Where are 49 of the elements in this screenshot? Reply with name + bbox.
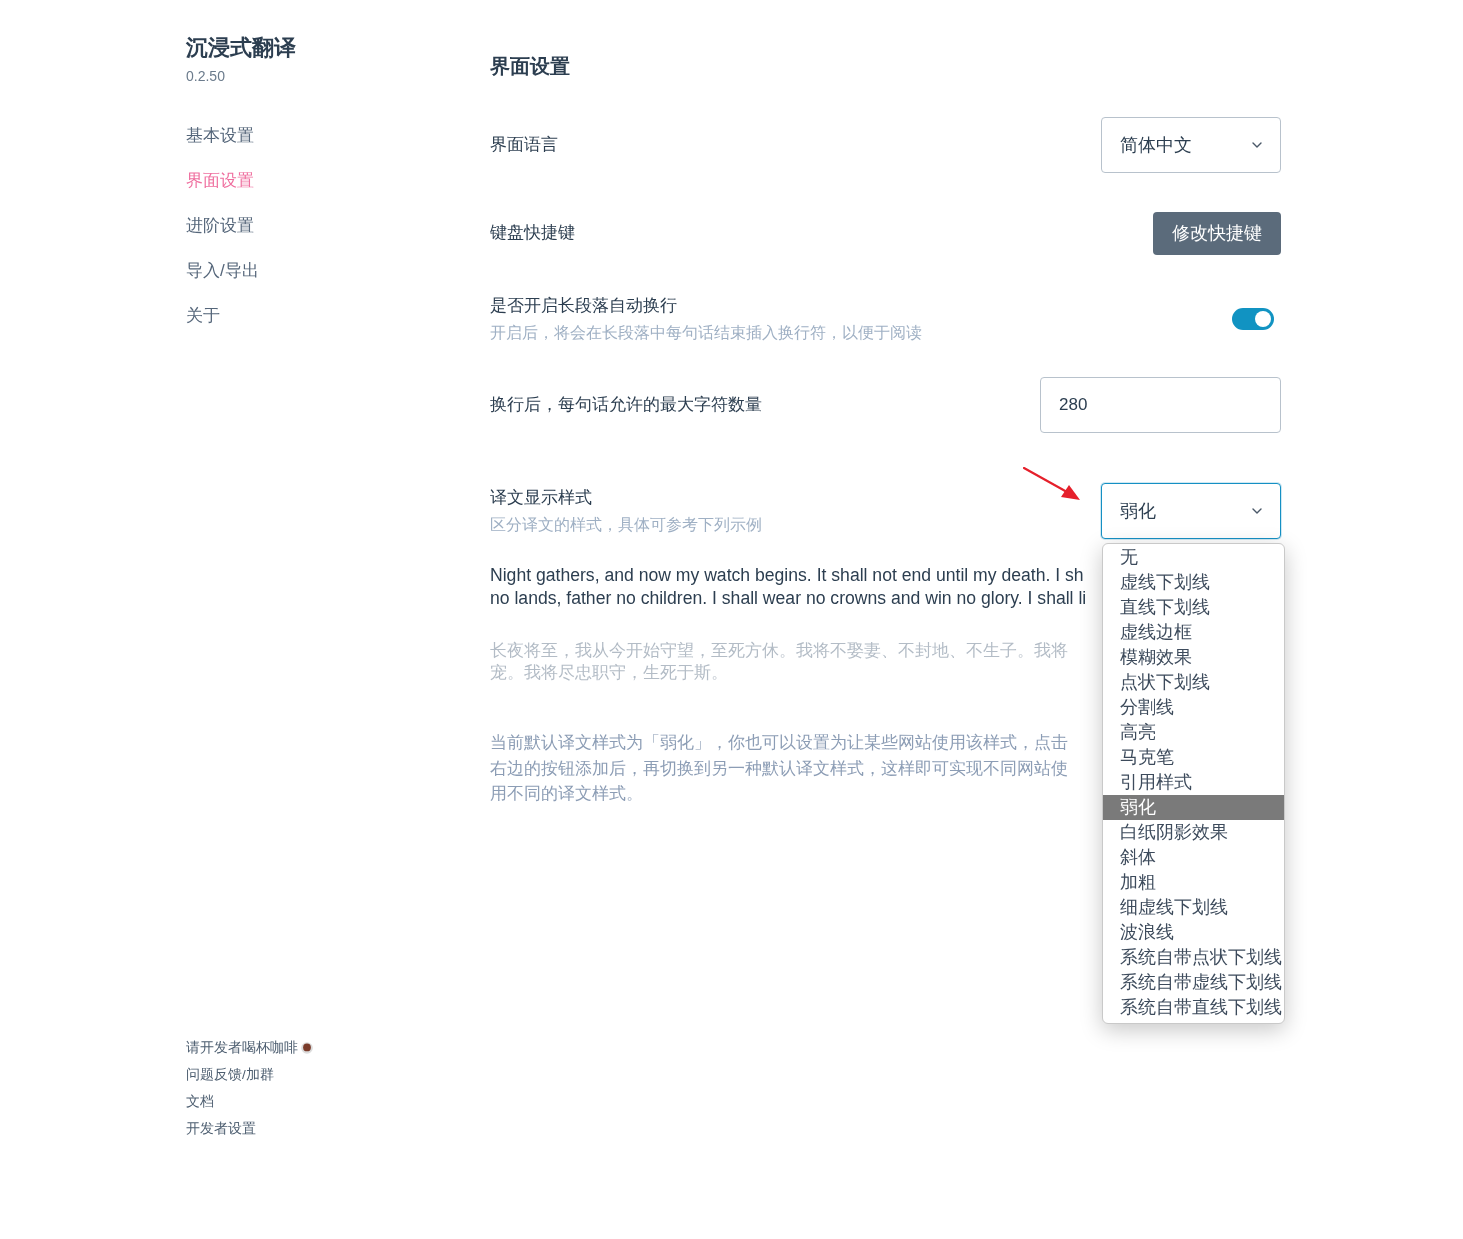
select-field[interactable]: 简体中文	[1101, 117, 1281, 173]
footer-link[interactable]: 开发者设置	[186, 1119, 256, 1138]
footer-link[interactable]: 文档	[186, 1092, 214, 1111]
dropdown-option[interactable]: 弱化	[1103, 795, 1284, 820]
dropdown-option[interactable]: 虚线下划线	[1103, 570, 1284, 595]
dropdown-option[interactable]: 引用样式	[1103, 770, 1284, 795]
footer-link[interactable]: 问题反馈/加群	[186, 1065, 274, 1084]
change-shortcut-button[interactable]: 修改快捷键	[1153, 211, 1281, 255]
dropdown-option[interactable]: 马克笔	[1103, 745, 1284, 770]
setting-label: 是否开启长段落自动换行	[490, 295, 677, 317]
chevron-down-icon	[1252, 508, 1262, 514]
nav-item[interactable]: 关于	[186, 293, 220, 338]
setting-label: 键盘快捷键	[490, 222, 575, 244]
select-field[interactable]: 弱化	[1101, 483, 1281, 539]
app-title: 沉浸式翻译	[186, 34, 296, 62]
dropdown-option[interactable]: 高亮	[1103, 720, 1284, 745]
dropdown-option[interactable]: 系统自带直线下划线	[1103, 995, 1284, 1020]
nav-item[interactable]: 进阶设置	[186, 203, 254, 248]
version-label: 0.2.50	[186, 67, 225, 86]
toggle-switch[interactable]	[1232, 308, 1274, 330]
dropdown-option[interactable]: 细虚线下划线	[1103, 895, 1284, 920]
input-field[interactable]: 280	[1040, 377, 1281, 433]
dropdown-option[interactable]: 波浪线	[1103, 920, 1284, 945]
dropdown-option[interactable]: 点状下划线	[1103, 670, 1284, 695]
sample-translation-text: 长夜将至，我从今开始守望，至死方休。我将不娶妻、不封地、不生子。我将 宠。我将尽忠职守，生死于斯。	[490, 640, 1068, 684]
footer-link[interactable]: 请开发者喝杯咖啡	[186, 1038, 298, 1057]
dropdown-option[interactable]: 虚线边框	[1103, 620, 1284, 645]
pointer-arrow	[1023, 467, 1081, 501]
setting-label: 换行后，每句话允许的最大字符数量	[490, 394, 762, 416]
setting-description: 区分译文的样式，具体可参考下列示例	[490, 515, 762, 535]
coffee-cup-icon	[301, 1041, 313, 1054]
dropdown-option[interactable]: 系统自带点状下划线	[1103, 945, 1284, 970]
dropdown-option[interactable]: 直线下划线	[1103, 595, 1284, 620]
style-note-text: 当前默认译文样式为「弱化」，你也可以设置为让某些网站使用该样式，点击右边的按钮添加后，再切换到另一种默认译文样式，这样即可实现不同网站使用不同的译文样式。	[490, 732, 1069, 805]
sample-original-text: Night gathers, and now my watch begins. It shall not end until my death. I sh no lands, father no children. I shall wear no crowns and win no glory. I shall li	[490, 564, 1087, 610]
dropdown-option[interactable]: 分割线	[1103, 695, 1284, 720]
chevron-down-icon	[1252, 142, 1262, 148]
dropdown-option[interactable]: 白纸阴影效果	[1103, 820, 1284, 845]
dropdown-option[interactable]: 系统自带虚线下划线	[1103, 970, 1284, 995]
setting-description: 开启后，将会在长段落中每句话结束插入换行符，以便于阅读	[490, 323, 922, 343]
dropdown-option[interactable]: 无	[1103, 545, 1284, 570]
nav-item[interactable]: 基本设置	[186, 113, 254, 158]
dropdown-option[interactable]: 模糊效果	[1103, 645, 1284, 670]
setting-label: 译文显示样式	[490, 487, 592, 509]
dropdown-option[interactable]: 加粗	[1103, 870, 1284, 895]
dropdown-option[interactable]: 斜体	[1103, 845, 1284, 870]
setting-label: 界面语言	[490, 134, 558, 156]
page-heading: 界面设置	[490, 54, 570, 79]
nav-item[interactable]: 导入/导出	[186, 248, 259, 293]
